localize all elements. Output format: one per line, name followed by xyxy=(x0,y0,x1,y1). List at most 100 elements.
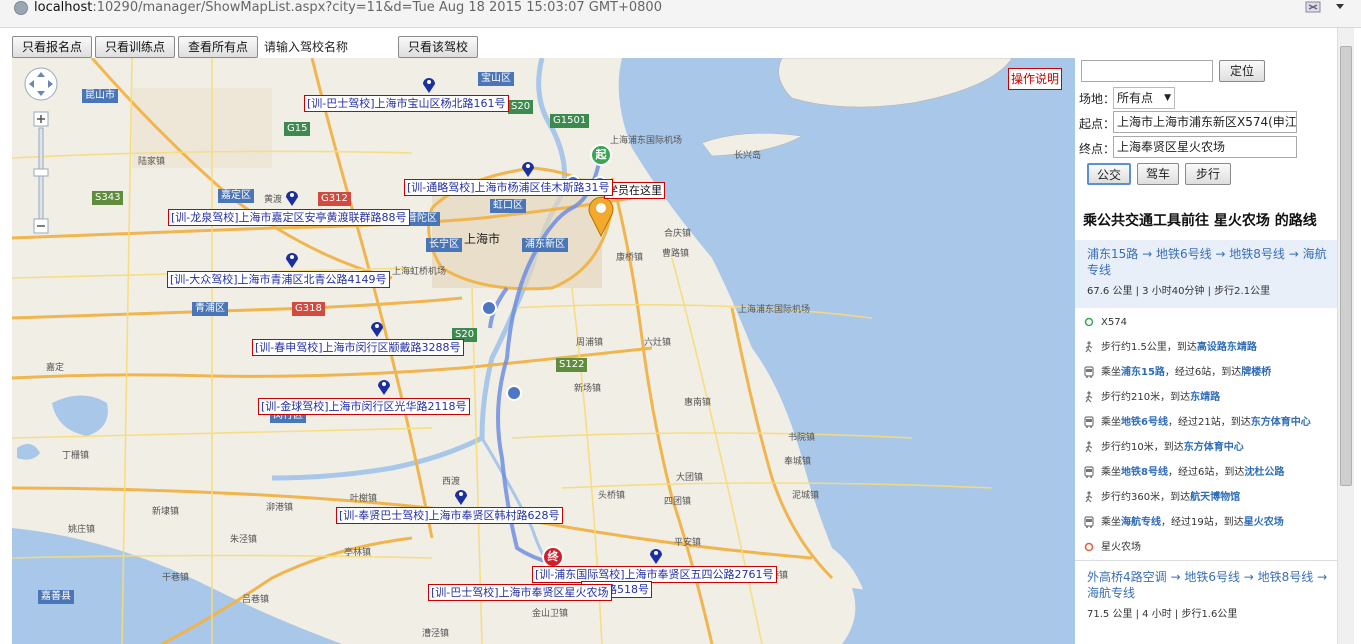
place-label: 新埭镇 xyxy=(152,507,180,517)
district-label-baoshan: 宝山区 xyxy=(478,72,514,86)
place-label: 漕泾镇 xyxy=(422,629,450,639)
route-step: 步行约360米，到达航天博物馆 xyxy=(1083,491,1240,505)
district-label-jiashan: 嘉善县 xyxy=(38,590,74,604)
place-label: 奉城镇 xyxy=(784,457,812,467)
mode-bus-button[interactable]: 公交 xyxy=(1087,163,1131,185)
plan-meta: 71.5 公里 | 4 小时 | 步行1.6公里 xyxy=(1087,609,1238,620)
district-label-kunshan: 昆山市 xyxy=(82,89,118,103)
place-label: 黄渡 xyxy=(264,195,283,205)
place-label: 吕巷镇 xyxy=(242,595,270,605)
place-label: 周浦镇 xyxy=(576,338,604,348)
route-step: 乘坐海航专线，经过19站，到达星火农场 xyxy=(1083,516,1284,530)
venue-select[interactable]: 所有点 ▼ xyxy=(1113,87,1175,109)
school-label[interactable]: [训-巴士驾校]上海市奉贤区星火农场 xyxy=(428,584,612,601)
school-label[interactable]: [训-通略驾校]上海市杨浦区佳木斯路31号 xyxy=(404,179,613,196)
start-label: 起点： xyxy=(1079,117,1116,131)
help-button[interactable]: 操作说明 xyxy=(1008,68,1063,90)
locate-button[interactable]: 定位 xyxy=(1219,60,1265,82)
mode-walk-button[interactable]: 步行 xyxy=(1185,163,1231,185)
bus-icon xyxy=(1083,516,1095,528)
venue-label: 场地： xyxy=(1079,92,1116,106)
place-label: 曹路镇 xyxy=(662,249,690,259)
route-step: 乘坐浦东15路，经过6站，到达牌楼桥 xyxy=(1083,366,1271,380)
road-label: G1501 xyxy=(550,114,590,128)
page-scrollbar[interactable] xyxy=(1337,28,1354,644)
place-label: 上海虹桥机场 xyxy=(392,267,447,277)
route-title: 乘公共交通工具前往 星火农场 的路线 xyxy=(1083,213,1317,229)
metro-stop-icon xyxy=(481,300,497,316)
school-pin-icon[interactable] xyxy=(285,189,299,207)
route-plan-2[interactable]: 外高桥4路空调 → 地铁6号线 → 地铁8号线 → 海航专线 71.5 公里 |… xyxy=(1075,560,1337,644)
start-marker[interactable]: 起 xyxy=(590,144,612,166)
start-input[interactable]: 上海市上海市浦东新区X574(申江路 xyxy=(1113,111,1297,133)
place-label: 金山卫镇 xyxy=(532,609,569,619)
route-step: X574 xyxy=(1083,316,1127,330)
city-label-shanghai: 上海市 xyxy=(464,232,501,246)
school-name-input[interactable]: 请输入驾校名称 xyxy=(261,36,395,58)
end-icon xyxy=(1083,541,1095,553)
school-label[interactable]: [训-金球驾校]上海市闵行区光华路2118号 xyxy=(258,398,470,415)
route-step: 步行约10米，到达东方体育中心 xyxy=(1083,441,1244,455)
road-label: G312 xyxy=(318,192,351,206)
road-label: S122 xyxy=(556,358,588,372)
place-label: 大团镇 xyxy=(676,473,704,483)
student-location-pin[interactable] xyxy=(586,194,616,238)
school-label[interactable]: [训-春申驾校]上海市闵行区颛戴路3288号 xyxy=(252,339,464,356)
place-label: 头桥镇 xyxy=(598,491,626,501)
map-navigation-control[interactable] xyxy=(22,66,62,249)
bus-icon xyxy=(1083,366,1095,378)
route-step: 步行约210米，到达东靖路 xyxy=(1083,391,1220,405)
school-pin-icon[interactable] xyxy=(370,320,384,338)
place-label: 陆家镇 xyxy=(138,157,166,167)
compat-view-icon[interactable] xyxy=(1303,0,1325,16)
end-input[interactable]: 上海奉贤区星火农场 xyxy=(1113,136,1297,158)
this-school-only-button[interactable]: 只看该驾校 xyxy=(398,36,478,58)
student-here-label: 学员在这里 xyxy=(604,182,665,199)
school-pin-icon[interactable] xyxy=(454,488,468,506)
place-label: 泥城镇 xyxy=(792,491,820,501)
place-label: 六灶镇 xyxy=(644,338,672,348)
school-pin-icon[interactable] xyxy=(649,547,663,565)
route-plan-1[interactable]: 浦东15路 → 地铁6号线 → 地铁8号线 → 海航专线 67.6 公里 | 3… xyxy=(1075,240,1337,308)
school-label[interactable]: [训-奉贤巴士驾校]上海市奉贤区韩村路628号 xyxy=(336,507,563,524)
mode-car-button[interactable]: 驾车 xyxy=(1137,163,1179,185)
dropdown-arrow-icon[interactable] xyxy=(1330,0,1352,16)
metro-stop-icon xyxy=(506,385,522,401)
place-label: 干巷镇 xyxy=(162,573,190,583)
globe-icon xyxy=(14,1,28,15)
all-points-button[interactable]: 查看所有点 xyxy=(178,36,258,58)
school-label[interactable]: [训-龙泉驾校]上海市嘉定区安亭黄渡联群路88号 xyxy=(168,209,410,226)
place-label: 合庆镇 xyxy=(664,229,692,239)
map-canvas[interactable]: 宝山区 昆山市 嘉定区 普陀区 虹口区 长宁区 浦东新区 上海市 青浦区 闵行区… xyxy=(12,58,1075,644)
place-label: 书院镇 xyxy=(788,433,816,443)
plan-title[interactable]: 外高桥4路空调 → 地铁6号线 → 地铁8号线 → 海航专线 xyxy=(1075,569,1337,601)
school-pin-icon[interactable] xyxy=(422,76,436,94)
route-panel: 定位 场地： 所有点 ▼ 起点： 上海市上海市浦东新区X574(申江路 终点： … xyxy=(1075,58,1337,644)
url-text[interactable]: localhost:10290/manager/ShowMapList.aspx… xyxy=(34,0,662,15)
school-pin-icon[interactable] xyxy=(377,378,391,396)
walk-icon xyxy=(1083,441,1095,453)
school-label[interactable]: [训-巴士驾校]上海市宝山区杨北路161号 xyxy=(304,95,509,112)
plan-title[interactable]: 浦东15路 → 地铁6号线 → 地铁8号线 → 海航专线 xyxy=(1075,246,1337,278)
route-step: 步行约1.5公里，到达高设路东靖路 xyxy=(1083,341,1257,355)
address-bar[interactable]: localhost:10290/manager/ShowMapList.aspx… xyxy=(0,0,1361,28)
training-points-button[interactable]: 只看训练点 xyxy=(95,36,175,58)
scrollbar-thumb[interactable] xyxy=(1340,46,1352,486)
district-label-hongkou: 虹口区 xyxy=(490,199,526,213)
bus-icon xyxy=(1083,416,1095,428)
school-label[interactable]: [训-浦东国际驾校]上海市奉贤区五四公路2761号 xyxy=(532,566,777,583)
route-step: 乘坐地铁6号线，经过21站，到达东方体育中心 xyxy=(1083,416,1311,430)
district-label-jiading: 嘉定区 xyxy=(218,189,254,203)
school-label[interactable]: [训-大众驾校]上海市青浦区北青公路4149号 xyxy=(167,271,390,288)
school-pin-icon[interactable] xyxy=(521,160,535,178)
bus-icon xyxy=(1083,466,1095,478)
school-pin-icon[interactable] xyxy=(285,251,299,269)
road-label: G318 xyxy=(292,302,325,316)
place-label: 嘉定 xyxy=(46,363,65,373)
place-label: 亭林镇 xyxy=(344,548,372,558)
locate-input[interactable] xyxy=(1081,60,1213,82)
place-label: 泖港镇 xyxy=(266,503,294,513)
place-label: 丁栅镇 xyxy=(62,451,90,461)
signup-points-button[interactable]: 只看报名点 xyxy=(12,36,92,58)
district-label-changning: 长宁区 xyxy=(426,238,462,252)
